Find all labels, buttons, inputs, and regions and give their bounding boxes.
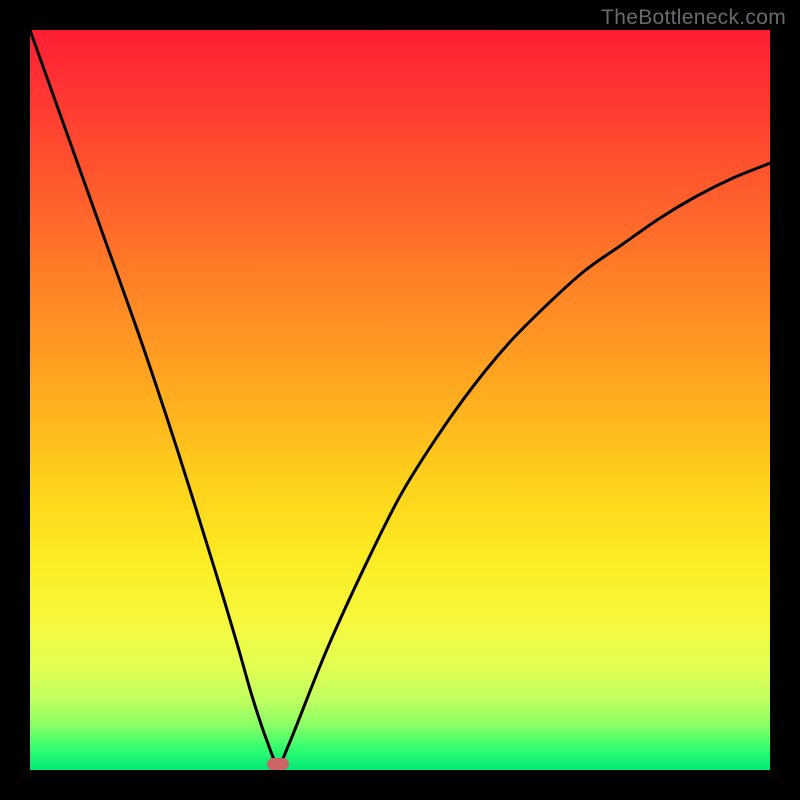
watermark-text: TheBottleneck.com [601,6,786,30]
curve-svg [30,30,770,770]
optimal-point-marker [267,758,289,770]
chart-frame: TheBottleneck.com [0,0,800,800]
chart-plot-area [30,30,770,770]
bottleneck-curve-path [30,30,770,764]
